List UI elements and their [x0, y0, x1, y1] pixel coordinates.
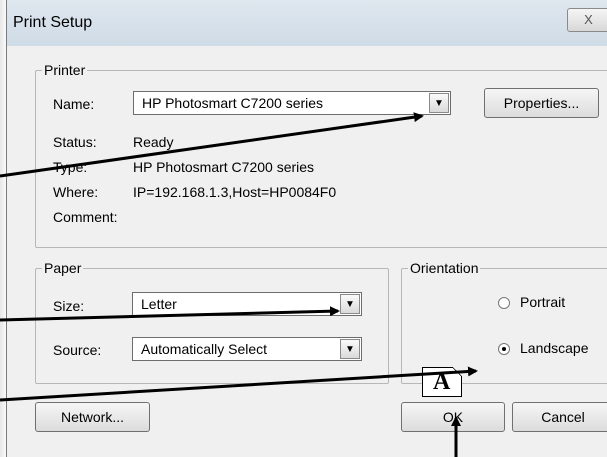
chevron-down-icon[interactable]: ▼	[340, 294, 360, 314]
paper-source-dropdown[interactable]: Automatically Select ▼	[132, 337, 362, 361]
status-value: Ready	[133, 134, 174, 150]
paper-group-legend: Paper	[44, 260, 82, 276]
portrait-radio-button[interactable]	[498, 297, 510, 309]
paper-size-dropdown[interactable]: Letter ▼	[132, 292, 362, 316]
dialog-title: Print Setup	[13, 14, 93, 31]
landscape-radio-button[interactable]	[498, 343, 510, 355]
printer-group-legend: Printer	[44, 62, 86, 78]
landscape-label[interactable]: Landscape	[520, 340, 589, 356]
where-value: IP=192.168.1.3,Host=HP0084F0	[133, 184, 337, 200]
title-bar: Print Setup X	[7, 0, 607, 46]
status-label: Status:	[53, 134, 97, 150]
landscape-page-icon: A	[422, 367, 462, 397]
orientation-group: Orientation	[401, 260, 607, 384]
cancel-button[interactable]: Cancel	[512, 402, 607, 432]
print-setup-dialog: Print Setup X Printer Name: HP Photosmar…	[6, 0, 607, 457]
printer-name-dropdown[interactable]: HP Photosmart C7200 series ▼	[133, 91, 451, 115]
size-label: Size:	[53, 298, 85, 314]
paper-source-value: Automatically Select	[141, 341, 268, 357]
comment-label: Comment:	[53, 209, 118, 225]
paper-group: Paper	[35, 260, 389, 384]
properties-button[interactable]: Properties...	[484, 88, 599, 118]
network-button[interactable]: Network...	[35, 402, 150, 432]
orientation-group-legend: Orientation	[410, 260, 479, 276]
paper-size-value: Letter	[141, 296, 177, 312]
portrait-label[interactable]: Portrait	[520, 294, 565, 310]
where-label: Where:	[53, 184, 99, 200]
dialog-body: Printer Name: HP Photosmart C7200 series…	[7, 46, 607, 457]
name-label: Name:	[53, 96, 95, 112]
source-label: Source:	[53, 342, 102, 358]
type-value: HP Photosmart C7200 series	[133, 159, 315, 175]
close-button[interactable]: X	[567, 8, 607, 32]
type-label: Type:	[53, 159, 88, 175]
ok-button[interactable]: OK	[401, 402, 505, 432]
printer-name-value: HP Photosmart C7200 series	[142, 95, 324, 111]
chevron-down-icon[interactable]: ▼	[429, 93, 449, 113]
orientation-glyph: A	[433, 369, 451, 395]
page-fold-icon	[453, 367, 462, 376]
chevron-down-icon[interactable]: ▼	[340, 339, 360, 359]
close-icon: X	[584, 12, 593, 27]
